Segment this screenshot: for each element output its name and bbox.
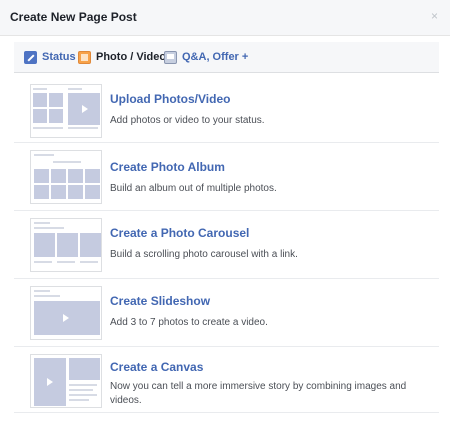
thumbnail-image-placeholder [33, 93, 47, 107]
divider [14, 210, 439, 211]
option-description: Add 3 to 7 photos to create a video. [110, 317, 268, 328]
thumbnail-image-placeholder [33, 109, 47, 123]
thumbnail-image-placeholder [51, 169, 66, 183]
dialog-header: Create New Page Post × [0, 0, 450, 36]
photo-carousel-thumbnail [30, 218, 102, 272]
thumbnail-text-placeholder [33, 88, 47, 90]
thumbnail-text-placeholder [33, 127, 63, 129]
thumbnail-text-placeholder [34, 227, 64, 229]
thumbnail-image-placeholder [68, 185, 83, 199]
option-create-slideshow[interactable]: Create Slideshow Add 3 to 7 photos to cr… [14, 280, 439, 348]
thumbnail-image-placeholder [85, 185, 100, 199]
option-title[interactable]: Upload Photos/Video [110, 92, 230, 106]
option-upload-photos-video[interactable]: Upload Photos/Video Add photos or video … [14, 78, 439, 146]
thumbnail-image-placeholder [80, 233, 101, 257]
create-post-dialog: Create New Page Post × Status Photo / Vi… [0, 0, 450, 430]
option-title[interactable]: Create Slideshow [110, 294, 210, 308]
thumbnail-text-placeholder [34, 295, 60, 297]
thumbnail-image-placeholder [49, 93, 63, 107]
tab-photo-video[interactable]: Photo / Video [78, 42, 166, 72]
upload-photos-thumbnail [30, 84, 102, 138]
tab-status[interactable]: Status [24, 42, 76, 72]
thumbnail-image-placeholder [34, 185, 49, 199]
divider [14, 412, 439, 413]
play-icon [47, 378, 53, 386]
slideshow-thumbnail [30, 286, 102, 340]
thumbnail-image-placeholder [49, 109, 63, 123]
play-icon [63, 314, 69, 322]
option-description: Add photos or video to your status. [110, 115, 265, 126]
thumbnail-image-placeholder [51, 185, 66, 199]
qa-icon [164, 50, 177, 64]
divider [14, 142, 439, 143]
post-type-tabs: Status Photo / Video Q&A, Offer + [14, 42, 439, 73]
option-create-photo-carousel[interactable]: Create a Photo Carousel Build a scrollin… [14, 212, 439, 280]
thumbnail-text-placeholder [57, 261, 75, 263]
thumbnail-text-placeholder [34, 154, 54, 156]
divider [14, 278, 439, 279]
thumbnail-text-placeholder [34, 261, 52, 263]
option-create-photo-album[interactable]: Create Photo Album Build an album out of… [14, 144, 439, 212]
option-description: Build an album out of multiple photos. [110, 183, 277, 194]
thumbnail-text-placeholder [69, 394, 97, 396]
option-title[interactable]: Create Photo Album [110, 160, 225, 174]
canvas-thumbnail [30, 354, 102, 408]
divider [14, 346, 439, 347]
thumbnail-image-placeholder [34, 233, 55, 257]
photo-icon [78, 50, 91, 64]
tab-qa-offer[interactable]: Q&A, Offer + [164, 42, 248, 72]
tab-status-label: Status [42, 51, 76, 63]
option-description: Build a scrolling photo carousel with a … [110, 249, 298, 260]
option-create-canvas[interactable]: Create a Canvas Now you can tell a more … [14, 348, 439, 416]
thumbnail-text-placeholder [68, 127, 98, 129]
thumbnail-image-placeholder [57, 233, 78, 257]
thumbnail-image-placeholder [68, 169, 83, 183]
thumbnail-text-placeholder [34, 290, 50, 292]
thumbnail-text-placeholder [53, 161, 81, 163]
option-title[interactable]: Create a Photo Carousel [110, 226, 249, 240]
thumbnail-text-placeholder [69, 389, 93, 391]
option-title[interactable]: Create a Canvas [110, 360, 203, 374]
thumbnail-text-placeholder [69, 384, 97, 386]
tab-photo-video-label: Photo / Video [96, 51, 167, 63]
thumbnail-image-placeholder [34, 169, 49, 183]
option-description: Now you can tell a more immersive story … [110, 381, 407, 406]
photo-album-thumbnail [30, 150, 102, 204]
thumbnail-text-placeholder [69, 399, 89, 401]
tab-qa-offer-label: Q&A, Offer + [182, 51, 249, 63]
dialog-content: Status Photo / Video Q&A, Offer + Upload… [14, 36, 439, 430]
thumbnail-image-placeholder [69, 358, 100, 380]
dialog-title: Create New Page Post [10, 10, 137, 24]
thumbnail-image-placeholder [85, 169, 100, 183]
play-icon [82, 105, 88, 113]
thumbnail-text-placeholder [68, 88, 82, 90]
thumbnail-text-placeholder [34, 222, 50, 224]
thumbnail-text-placeholder [80, 261, 98, 263]
close-icon[interactable]: × [431, 9, 438, 23]
pencil-icon [24, 50, 37, 64]
